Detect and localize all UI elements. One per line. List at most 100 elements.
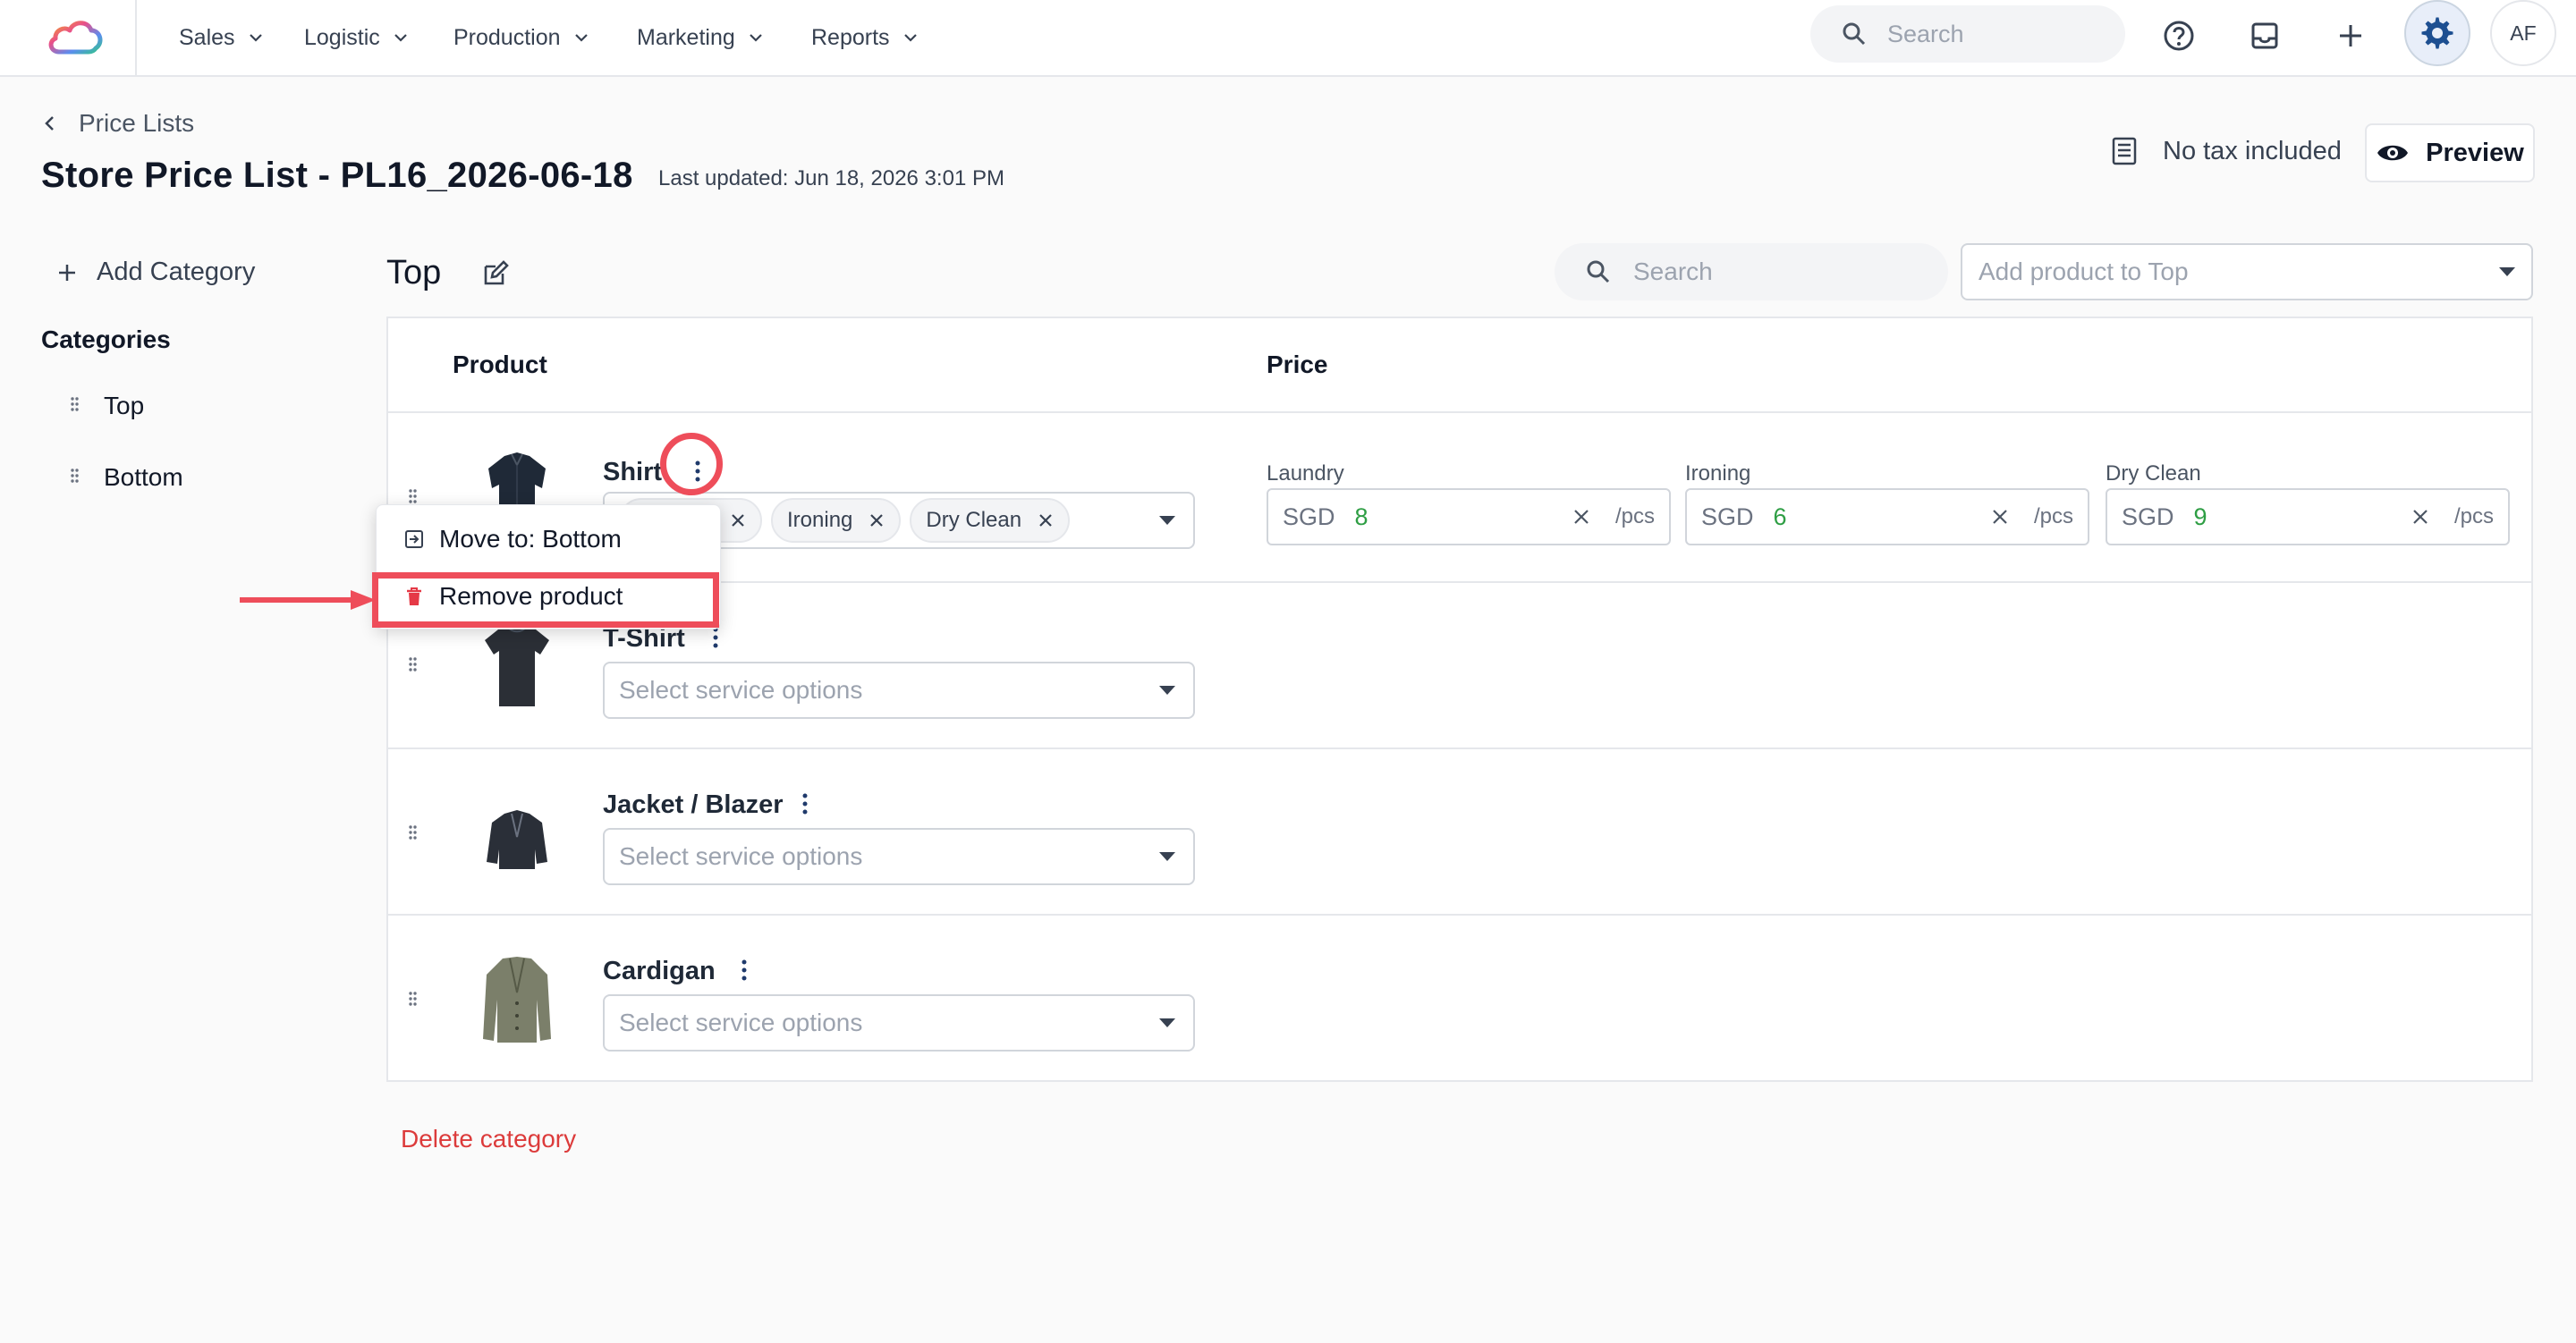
service-placeholder: Select service options [619,842,863,870]
sidebar-item-label: Bottom [104,463,183,491]
nav-reports[interactable]: Reports [811,18,919,57]
product-name: Cardigan [603,957,716,985]
plus-icon [59,264,75,281]
caret-down-icon [1159,852,1175,861]
caret-down-icon [2499,267,2515,276]
service-options-select[interactable]: Select service options [603,662,1195,719]
page-title: Store Price List - PL16_2026-06-18 [41,156,633,195]
caret-down-icon [1159,686,1175,695]
price-input-dry-clean[interactable]: SGD 9 /pcs [2106,488,2510,545]
edit-icon [484,260,509,285]
gear-icon [2421,17,2453,49]
avatar-initials: AF [2510,21,2537,45]
row-menu-button[interactable] [735,957,753,984]
drag-handle-icon[interactable] [408,991,420,1010]
close-icon[interactable] [869,512,885,528]
plus-icon [2340,25,2361,46]
price-input-laundry[interactable]: SGD 8 /pcs [1267,488,1671,545]
receipt-icon [2112,137,2137,165]
kebab-menu-icon [802,793,808,815]
clear-icon[interactable] [1991,508,2009,526]
service-placeholder: Select service options [619,676,863,704]
sidebar-item-bottom[interactable]: Bottom [70,463,183,492]
product-name: Jacket / Blazer [603,790,784,819]
products-table: Product Price Shirt Ironing Dry Clean La… [386,317,2533,1082]
move-to-bottom-item[interactable]: Move to: Bottom [403,525,622,553]
chevron-down-icon [903,34,917,42]
sidebar-item-top[interactable]: Top [70,392,144,420]
nav-marketing[interactable]: Marketing [637,18,764,57]
nav-reports-label: Reports [811,24,890,50]
service-chip-dry-clean: Dry Clean [910,498,1071,543]
price-value[interactable]: 6 [1774,503,1991,531]
price-label-laundry: Laundry [1267,461,1344,486]
breadcrumb-label: Price Lists [79,109,195,137]
inbox-icon [2251,22,2278,49]
inbox-button[interactable] [2240,11,2290,61]
currency-label: SGD [2122,503,2174,530]
close-icon[interactable] [730,512,746,528]
row-divider [388,914,2531,916]
sidebar-item-label: Top [104,392,145,419]
global-search-input[interactable] [1887,20,2084,48]
move-icon [405,530,423,548]
close-icon[interactable] [1038,512,1054,528]
search-icon [1843,22,1866,46]
nav-marketing-label: Marketing [637,24,735,50]
clear-icon[interactable] [2411,508,2429,526]
add-product-select[interactable]: Add product to Top [1961,243,2533,300]
currency-label: SGD [1283,503,1335,530]
logo-divider [135,0,137,75]
global-search[interactable] [1810,5,2125,63]
price-input-ironing[interactable]: SGD 6 /pcs [1685,488,2089,545]
price-value[interactable]: 8 [1355,503,1572,531]
delete-category-link[interactable]: Delete category [401,1125,576,1153]
product-search-input[interactable] [1633,258,1902,286]
add-category-button[interactable]: Add Category [57,258,255,287]
currency-label: SGD [1701,503,1754,530]
settings-button[interactable] [2404,0,2470,66]
cardigan-thumbnail [483,957,551,1043]
row-divider [388,411,2531,413]
drag-handle-icon[interactable] [70,468,82,487]
product-search[interactable] [1555,243,1948,300]
cloud-logo-icon[interactable] [45,13,107,63]
clear-icon[interactable] [1572,508,1590,526]
caret-down-icon [1159,1018,1175,1027]
breadcrumb[interactable]: Price Lists [41,109,194,138]
help-button[interactable] [2154,11,2204,61]
nav-logistic[interactable]: Logistic [304,18,409,57]
chevron-down-icon [749,34,762,42]
service-placeholder: Select service options [619,1009,863,1036]
chevron-down-icon [394,34,407,42]
eye-icon [2377,145,2409,161]
drag-handle-icon[interactable] [408,656,420,676]
drag-handle-icon[interactable] [70,396,82,416]
price-label-ironing: Ironing [1685,461,1751,486]
add-button[interactable] [2326,11,2376,61]
chevron-down-icon [574,34,588,42]
edit-category-button[interactable] [481,259,513,291]
annotation-highlight-box [372,572,719,628]
help-icon [2164,21,2194,51]
nav-production[interactable]: Production [453,18,589,57]
preview-button[interactable]: Preview [2365,123,2535,182]
service-options-select[interactable]: Select service options [603,994,1195,1052]
menu-item-label: Move to: Bottom [439,525,622,553]
price-value[interactable]: 9 [2194,503,2411,531]
service-options-select[interactable]: Select service options [603,828,1195,885]
annotation-highlight-circle [660,433,723,495]
unit-label: /pcs [1614,504,1655,528]
tax-setting[interactable]: No tax included [2109,136,2342,166]
add-category-label: Add Category [97,258,256,286]
caret-down-icon [1159,516,1175,525]
last-updated-text: Last updated: Jun 18, 2026 3:01 PM [658,166,1004,190]
tax-label: No tax included [2163,136,2342,165]
service-chip-ironing: Ironing [771,498,902,543]
category-title: Top [386,254,442,291]
nav-sales[interactable]: Sales [179,18,264,57]
nav-production-label: Production [453,24,561,50]
avatar[interactable]: AF [2490,0,2556,66]
drag-handle-icon[interactable] [408,824,420,844]
row-menu-button[interactable] [796,790,814,817]
